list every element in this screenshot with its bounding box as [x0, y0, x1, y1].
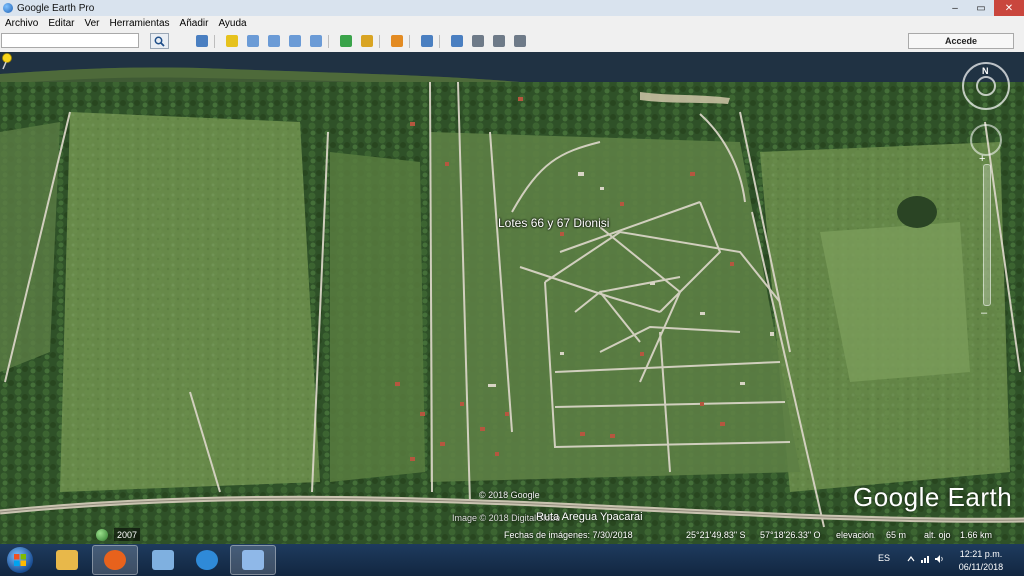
satellite-imagery [0, 52, 1024, 544]
google-earth-icon [242, 550, 264, 570]
toolbar-separator [409, 35, 410, 48]
menu-archivo[interactable]: Archivo [0, 18, 43, 29]
add-path-icon [267, 35, 280, 47]
add-polygon-icon [246, 35, 259, 47]
window-controls: – ▭ ✕ [942, 0, 1024, 16]
menu-anadir[interactable]: Añadir [175, 18, 214, 29]
placemark-label[interactable]: Lotes 66 y 67 Dionisi [498, 216, 609, 230]
map-viewport[interactable]: Lotes 66 y 67 Dionisi © 2018 Google Imag… [0, 52, 1024, 544]
historical-imagery-button[interactable] [336, 33, 355, 49]
minimize-button[interactable]: – [942, 0, 968, 16]
save-image-icon [492, 35, 505, 47]
title-bar: Google Earth Pro – ▭ ✕ [0, 0, 1024, 16]
zoom-in-button[interactable]: + [979, 153, 985, 165]
calculator-icon [152, 550, 174, 570]
search-button[interactable] [150, 33, 169, 49]
history-year-label[interactable]: 2007 [114, 528, 140, 541]
record-tour-button[interactable] [306, 33, 325, 49]
taskbar-firefox[interactable] [92, 545, 138, 575]
save-image-button[interactable] [489, 33, 508, 49]
sidebar-toggle-button[interactable] [192, 33, 211, 49]
historical-imagery-icon[interactable] [96, 529, 108, 541]
close-button[interactable]: ✕ [994, 0, 1024, 16]
eye-altitude-value: 1.66 km [960, 530, 993, 540]
zoom-out-button[interactable]: – [981, 307, 987, 319]
taskbar-google-earth[interactable] [230, 545, 276, 575]
signin-button[interactable]: Accede [908, 33, 1014, 49]
toolbar-separator [214, 35, 215, 48]
road-label: Ruta Aregua Ypacarai [536, 511, 643, 523]
add-path-button[interactable] [264, 33, 283, 49]
clock-date[interactable]: 06/11/2018 [958, 562, 1004, 572]
pan-control[interactable] [970, 124, 1002, 156]
menu-herramientas[interactable]: Herramientas [105, 18, 175, 29]
add-overlay-icon [288, 35, 301, 47]
toolbar-separator [379, 35, 380, 48]
volume-icon[interactable] [934, 554, 944, 564]
compass-north-label: N [982, 66, 989, 76]
search-input[interactable] [1, 33, 139, 48]
ruler-button[interactable] [417, 33, 436, 49]
add-overlay-button[interactable] [285, 33, 304, 49]
explorer-icon [56, 550, 78, 570]
maximize-button[interactable]: ▭ [968, 0, 994, 16]
sunlight-button[interactable] [357, 33, 376, 49]
latitude-readout: 25°21'49.83" S [686, 530, 746, 540]
clock-time[interactable]: 12:21 p.m. [958, 549, 1004, 559]
toolbar-separator [328, 35, 329, 48]
email-button[interactable] [447, 33, 466, 49]
taskbar-explorer[interactable] [44, 545, 90, 575]
add-placemark-icon [225, 35, 238, 47]
menu-ayuda[interactable]: Ayuda [213, 18, 251, 29]
firefox-icon [104, 550, 126, 570]
window-title: Google Earth Pro [17, 2, 95, 14]
show-hidden-icons-icon[interactable] [906, 554, 916, 564]
imagery-date: Fechas de imágenes: 7/30/2018 [504, 530, 633, 540]
menu-editar[interactable]: Editar [43, 18, 79, 29]
menu-bar: Archivo Editar Ver Herramientas Añadir A… [0, 16, 1024, 31]
sunlight-icon [360, 35, 373, 47]
magnifier-icon [154, 36, 165, 47]
historical-imagery-icon [339, 35, 352, 47]
windows-logo-icon [7, 547, 33, 573]
start-button[interactable] [4, 545, 36, 575]
media-player-icon [196, 550, 218, 570]
menu-ver[interactable]: Ver [79, 18, 104, 29]
google-earth-app-icon [3, 3, 13, 13]
taskbar [0, 544, 1024, 576]
view-in-maps-button[interactable] [510, 33, 529, 49]
view-in-maps-icon [513, 35, 526, 47]
placemark-pushpin-icon[interactable] [0, 52, 16, 70]
input-language-indicator[interactable]: ES [878, 553, 890, 563]
look-joystick[interactable] [976, 76, 996, 96]
network-icon[interactable] [920, 554, 930, 564]
look-around-control[interactable]: N [962, 62, 1010, 110]
print-button[interactable] [468, 33, 487, 49]
ruler-icon [420, 35, 433, 47]
map-copyright: © 2018 Google [479, 490, 540, 500]
taskbar-media-player[interactable] [184, 545, 230, 575]
print-icon [471, 35, 484, 47]
zoom-slider[interactable]: + – [979, 153, 991, 319]
longitude-readout: 57°18'26.33" O [760, 530, 821, 540]
toolbar-separator [439, 35, 440, 48]
add-polygon-button[interactable] [243, 33, 262, 49]
switch-sky-button[interactable] [387, 33, 406, 49]
toolbar: Accede [0, 31, 1024, 53]
elevation-value: 65 m [886, 530, 907, 540]
google-earth-watermark: Google Earth [853, 482, 1013, 512]
switch-sky-icon [390, 35, 403, 47]
taskbar-calculator[interactable] [140, 545, 186, 575]
sidebar-toggle-icon [195, 35, 208, 47]
eye-altitude-label: alt. ojo [924, 530, 951, 540]
status-bar: Fechas de imágenes: 7/30/2018 25°21'49.8… [440, 530, 1024, 544]
elevation-label: elevación [836, 530, 875, 540]
record-tour-icon [309, 35, 322, 47]
add-placemark-button[interactable] [222, 33, 241, 49]
email-icon [450, 35, 463, 47]
